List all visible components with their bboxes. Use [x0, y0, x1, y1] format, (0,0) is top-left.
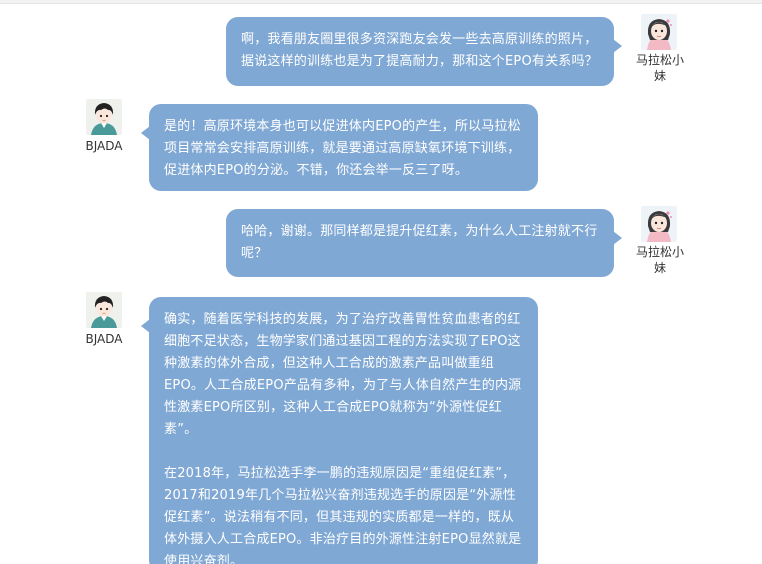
girl-avatar-icon[interactable] — [641, 206, 677, 242]
message-text: 是的！高原环境本身也可以促进体内EPO的产生，所以马拉松项目常常会安排高原训练，… — [164, 119, 521, 178]
chat-bubble-message-1: 啊，我看朋友圈里很多资深跑友会发一些去高原训练的照片，据说这样的训练也是为了提高… — [226, 17, 622, 86]
sender-name-girl: 马拉松小 妹 — [635, 53, 684, 83]
chat-bubble-message-3: 哈哈，谢谢。那同样都是提升促红素，为什么人工注射就不行呢？ — [226, 209, 622, 277]
sender-name-bjada: BJADA — [85, 139, 123, 153]
message-text: 啊，我看朋友圈里很多资深跑友会发一些去高原训练的照片，据说这样的训练也是为了提高… — [241, 32, 598, 69]
boy-avatar-icon[interactable] — [86, 99, 122, 135]
message-text: 哈哈，谢谢。那同样都是提升促红素，为什么人工注射就不行呢？ — [241, 224, 598, 261]
sender-name-girl: 马拉松小 妹 — [635, 245, 684, 275]
chat-bubble-message-4: 确实，随着医学科技的发展，为了治疗改善胃性贫血患者的红细胞不足状态，生物学家们通… — [141, 297, 538, 564]
top-divider — [0, 0, 762, 4]
message-paragraph-2: 在2018年，马拉松选手李一鹏的违规原因是“重组促红素”，2017和2019年几… — [164, 466, 522, 564]
girl-avatar-icon[interactable] — [641, 14, 677, 50]
message-paragraph-1: 确实，随着医学科技的发展，为了治疗改善胃性贫血患者的红细胞不足状态，生物学家们通… — [164, 312, 522, 437]
sender-name-bjada: BJADA — [85, 332, 123, 346]
chat-bubble-message-2: 是的！高原环境本身也可以促进体内EPO的产生，所以马拉松项目常常会安排高原训练，… — [141, 104, 538, 191]
boy-avatar-icon[interactable] — [86, 292, 122, 328]
